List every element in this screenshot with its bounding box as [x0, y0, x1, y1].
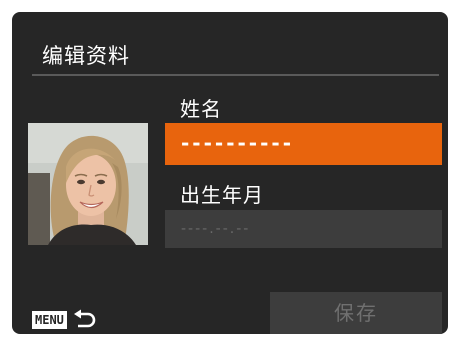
name-field[interactable]: ---------- [165, 123, 442, 165]
birth-date-field[interactable]: ----.--.-- [165, 210, 442, 248]
menu-back-hint[interactable]: MENU [32, 307, 98, 333]
menu-button-badge: MENU [32, 311, 67, 329]
page-title: 编辑资料 [42, 44, 130, 68]
name-label: 姓名 [180, 97, 222, 121]
birth-date-label: 出生年月 [180, 183, 264, 207]
return-arrow-icon [72, 309, 98, 331]
edit-profile-screen: 编辑资料 姓名 ---------- 出生年月 ----.--.-- MENU … [12, 12, 448, 334]
save-button[interactable]: 保存 [270, 292, 442, 334]
title-divider [32, 74, 439, 76]
face-photo-thumbnail [28, 123, 148, 245]
